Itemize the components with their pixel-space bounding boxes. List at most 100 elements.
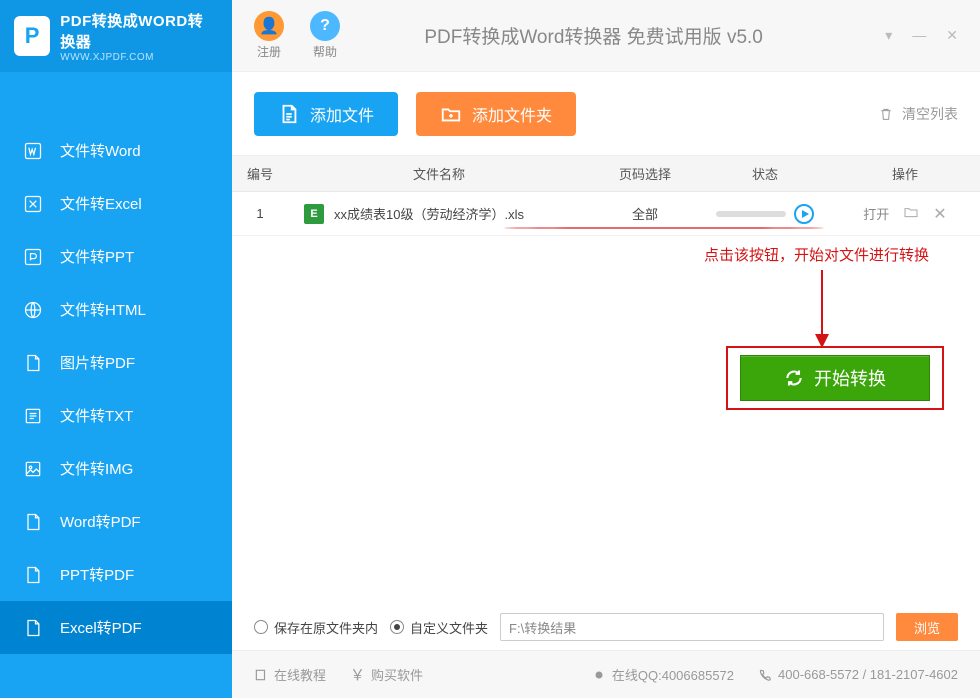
dropdown-icon[interactable]: ▾: [885, 27, 892, 44]
nav-file-to-excel[interactable]: 文件转Excel: [0, 177, 232, 230]
logo-icon: P: [14, 16, 50, 56]
qq-icon: [592, 668, 606, 682]
convert-highlight-box: 开始转换: [726, 346, 944, 410]
browse-button[interactable]: 浏览: [896, 613, 958, 641]
progress-bar: [716, 211, 786, 217]
tutorial-link[interactable]: 在线教程: [254, 665, 326, 684]
nav-word-to-pdf[interactable]: Word转PDF: [0, 495, 232, 548]
qq-contact[interactable]: 在线QQ:4006685572: [592, 665, 734, 684]
main-panel: 👤注册 ? 帮助 PDF转换成Word转换器 免费试用版 v5.0 ▾ — ✕ 添…: [232, 0, 980, 698]
nav-label: Word转PDF: [60, 511, 141, 532]
nav-label: 文件转PPT: [60, 246, 134, 267]
phone-label: 400-668-5572 / 181-2107-4602: [778, 667, 958, 682]
footer: 在线教程 ￥购买软件 在线QQ:4006685572 400-668-5572 …: [232, 650, 980, 698]
annotation-text: 点击该按钮，开始对文件进行转换: [704, 244, 929, 265]
txt-icon: [22, 405, 44, 427]
header-status: 状态: [700, 164, 830, 183]
file-icon: [278, 103, 300, 125]
nav-file-to-html[interactable]: 文件转HTML: [0, 283, 232, 336]
row-status: [700, 204, 830, 224]
qq-label: 在线QQ:4006685572: [612, 665, 734, 684]
nav-file-to-txt[interactable]: 文件转TXT: [0, 389, 232, 442]
toolbar: 添加文件 添加文件夹 清空列表: [232, 72, 980, 156]
nav-label: Excel转PDF: [60, 617, 142, 638]
open-button[interactable]: 打开: [863, 204, 889, 223]
row-ops: 打开 ✕: [830, 204, 980, 224]
save-options: 保存在原文件夹内 自定义文件夹 浏览: [232, 604, 980, 650]
convert-label: 开始转换: [814, 365, 886, 391]
minimize-button[interactable]: —: [912, 27, 926, 44]
row-page[interactable]: 全部: [590, 204, 700, 223]
annotation-area: 点击该按钮，开始对文件进行转换 开始转换: [232, 236, 980, 436]
output-path-input[interactable]: [500, 613, 884, 641]
logo-subtitle: WWW.XJPDF.COM: [60, 52, 218, 63]
clear-list-button[interactable]: 清空列表: [878, 104, 958, 124]
pdf-icon: [22, 511, 44, 533]
annotation-underline: [504, 227, 824, 228]
excel-file-icon: E: [304, 204, 324, 224]
nav-file-to-ppt[interactable]: 文件转PPT: [0, 230, 232, 283]
buy-link[interactable]: ￥购买软件: [350, 664, 423, 685]
nav-image-to-pdf[interactable]: 图片转PDF: [0, 336, 232, 389]
img-icon: [22, 458, 44, 480]
pdf-icon: [22, 564, 44, 586]
nav-label: 文件转IMG: [60, 458, 133, 479]
add-folder-button[interactable]: 添加文件夹: [416, 92, 576, 136]
nav-label: 文件转Word: [60, 140, 141, 161]
word-icon: [22, 140, 44, 162]
add-file-label: 添加文件: [310, 102, 374, 126]
header-name: 文件名称: [288, 164, 590, 183]
add-folder-label: 添加文件夹: [472, 102, 552, 126]
folder-open-icon[interactable]: [903, 204, 919, 223]
row-filename: xx成绩表10级（劳动经济学）.xls: [334, 204, 524, 223]
refresh-icon: [784, 368, 804, 388]
header-num: 编号: [232, 164, 288, 183]
ppt-icon: [22, 246, 44, 268]
nav-label: 文件转TXT: [60, 405, 133, 426]
logo: P PDF转换成WORD转换器 WWW.XJPDF.COM: [0, 0, 232, 72]
radio-save-custom[interactable]: 自定义文件夹: [390, 618, 488, 637]
nav-excel-to-pdf[interactable]: Excel转PDF: [0, 601, 232, 654]
table-header: 编号 文件名称 页码选择 状态 操作: [232, 156, 980, 192]
nav-label: 文件转Excel: [60, 193, 142, 214]
nav-label: 文件转HTML: [60, 299, 146, 320]
header-op: 操作: [830, 164, 980, 183]
add-file-button[interactable]: 添加文件: [254, 92, 398, 136]
nav-label: 图片转PDF: [60, 352, 135, 373]
titlebar: 👤注册 ? 帮助 PDF转换成Word转换器 免费试用版 v5.0 ▾ — ✕: [232, 0, 980, 72]
help-button[interactable]: ? 帮助: [310, 11, 340, 60]
annotation-arrow: [802, 264, 842, 354]
start-convert-button[interactable]: 开始转换: [740, 355, 930, 401]
window-title: PDF转换成Word转换器 免费试用版 v5.0: [362, 22, 885, 49]
html-icon: [22, 299, 44, 321]
user-icon: 👤: [254, 11, 284, 41]
table-row[interactable]: 1 E xx成绩表10级（劳动经济学）.xls 全部 打开 ✕: [232, 192, 980, 236]
help-icon: ?: [310, 11, 340, 41]
nav-file-to-word[interactable]: 文件转Word: [0, 124, 232, 177]
logo-title: PDF转换成WORD转换器: [60, 10, 218, 52]
radio-save-original[interactable]: 保存在原文件夹内: [254, 618, 378, 637]
nav-label: PPT转PDF: [60, 564, 134, 585]
book-icon: [254, 668, 268, 682]
pdf-icon: [22, 617, 44, 639]
row-filename-cell: E xx成绩表10级（劳动经济学）.xls: [288, 204, 590, 224]
pdf-icon: [22, 352, 44, 374]
file-table: 编号 文件名称 页码选择 状态 操作 1 E xx成绩表10级（劳动经济学）.x…: [232, 156, 980, 604]
play-button[interactable]: [794, 204, 814, 224]
help-label: 帮助: [313, 43, 337, 60]
buy-label: 购买软件: [371, 665, 423, 684]
header-page: 页码选择: [590, 164, 700, 183]
folder-icon: [440, 103, 462, 125]
radio-label: 保存在原文件夹内: [274, 618, 378, 637]
radio-label: 自定义文件夹: [410, 618, 488, 637]
nav-file-to-img[interactable]: 文件转IMG: [0, 442, 232, 495]
register-button[interactable]: 👤注册: [254, 11, 284, 60]
nav-ppt-to-pdf[interactable]: PPT转PDF: [0, 548, 232, 601]
remove-icon[interactable]: ✕: [933, 204, 946, 224]
phone-contact[interactable]: 400-668-5572 / 181-2107-4602: [758, 665, 958, 684]
phone-icon: [758, 668, 772, 682]
row-num: 1: [232, 206, 288, 221]
close-button[interactable]: ✕: [946, 27, 958, 44]
excel-icon: [22, 193, 44, 215]
tutorial-label: 在线教程: [274, 665, 326, 684]
